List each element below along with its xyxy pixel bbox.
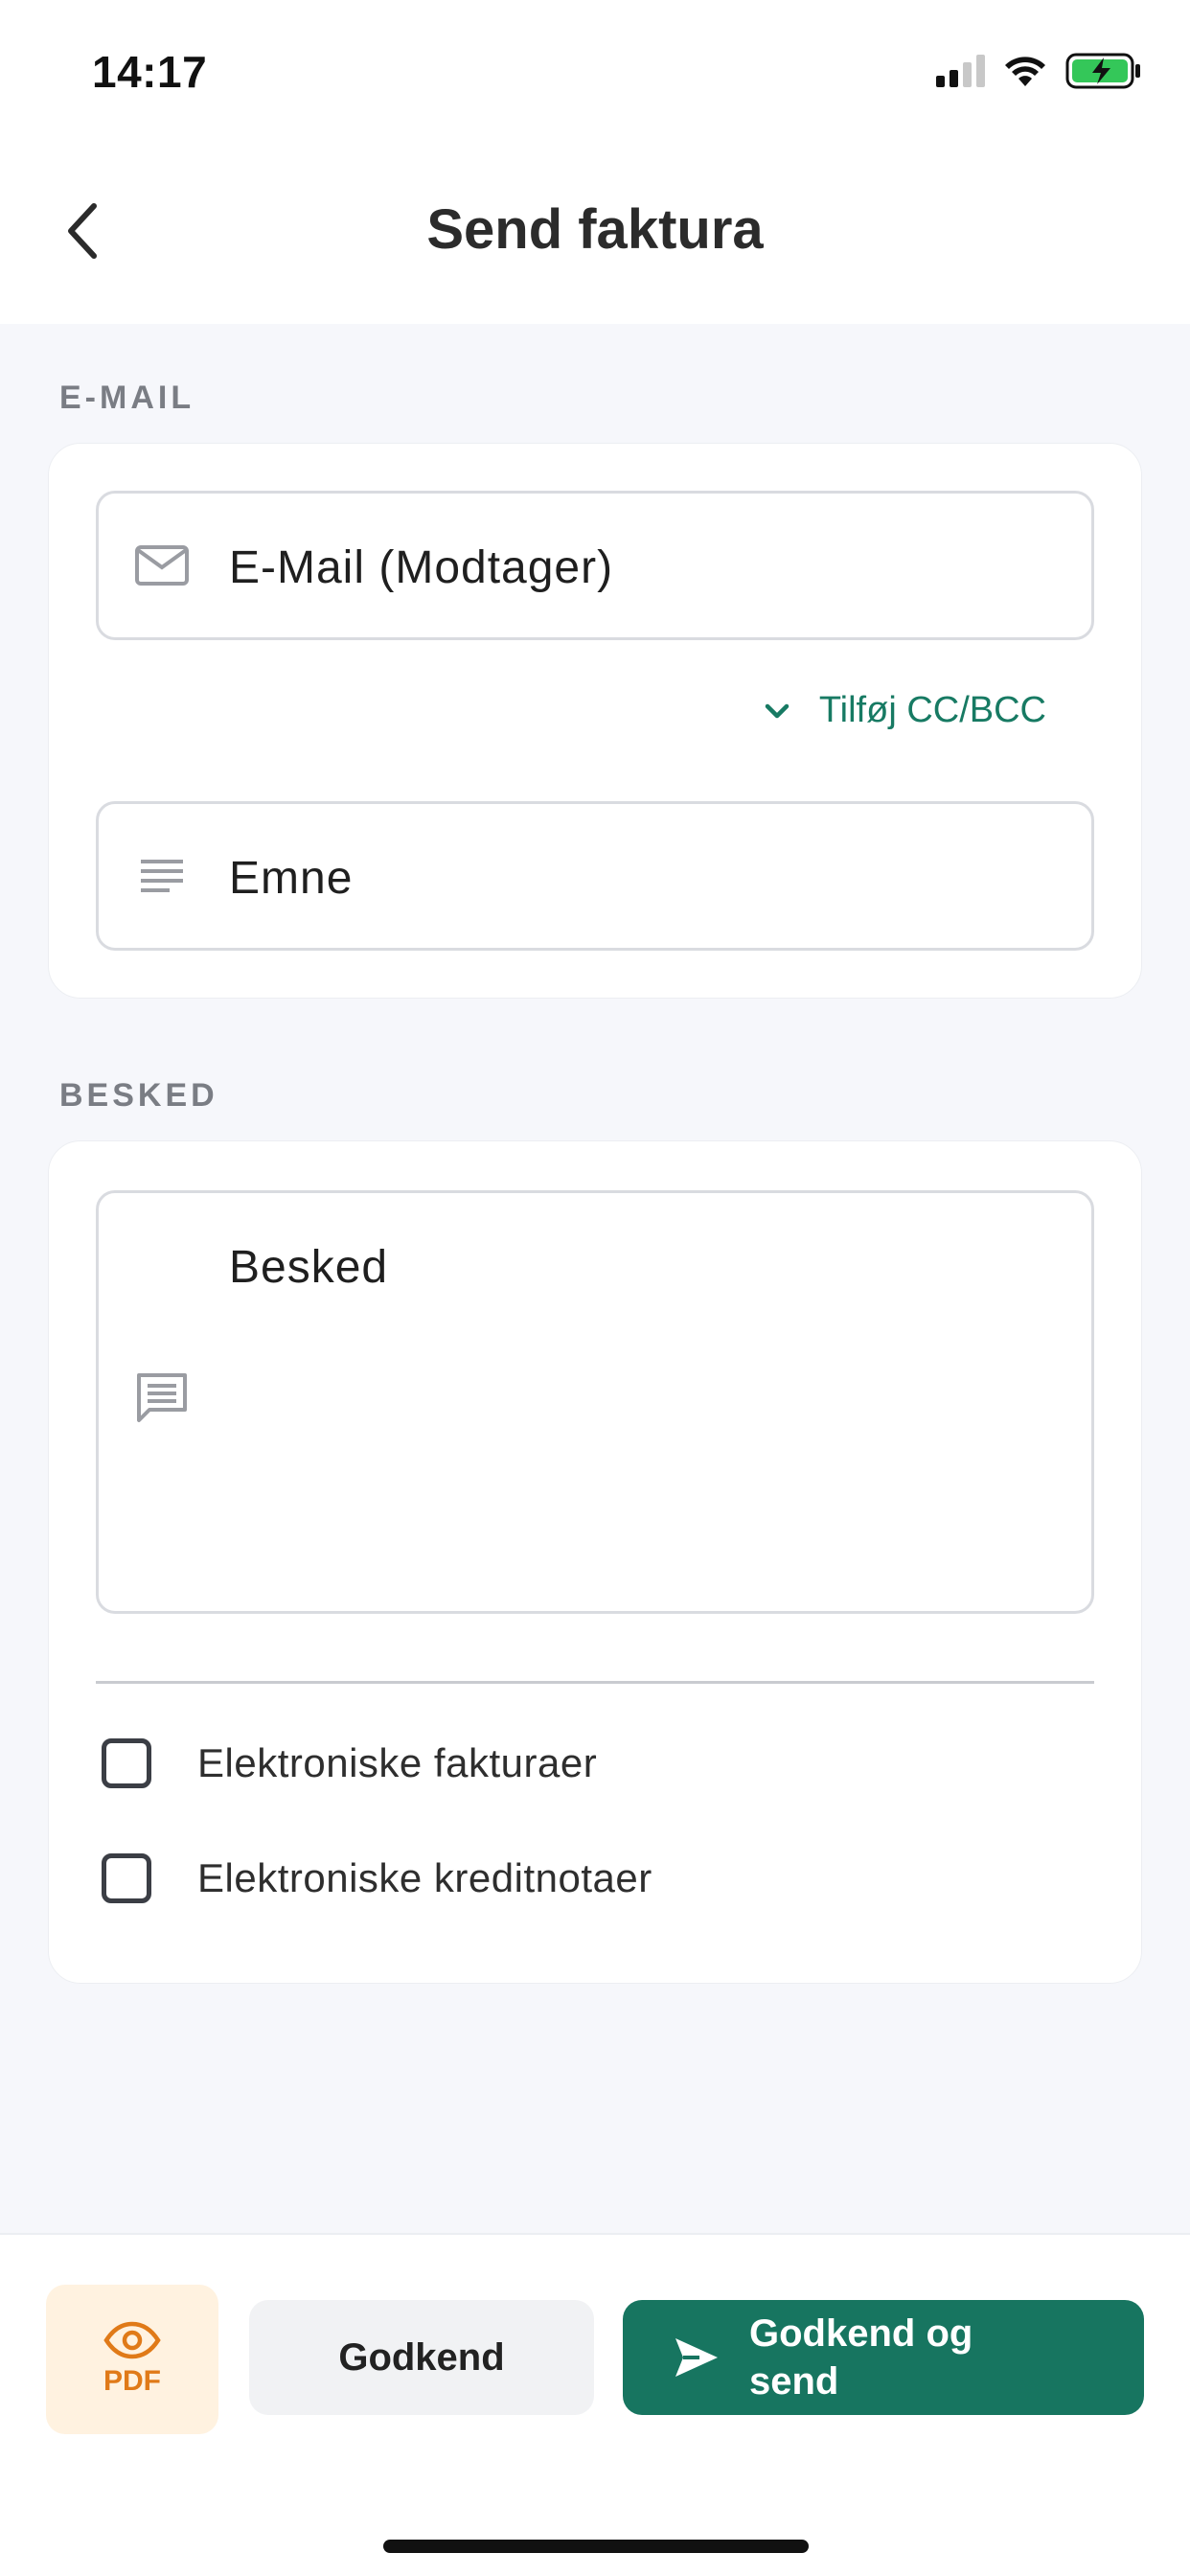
message-bubble-icon: [133, 1369, 191, 1427]
chevron-down-icon: [765, 703, 790, 718]
home-indicator: [383, 2540, 809, 2553]
send-icon: [675, 2338, 718, 2377]
message-field[interactable]: Besked: [96, 1190, 1094, 1614]
approve-and-send-button[interactable]: Godkend og send: [623, 2300, 1144, 2415]
cellular-signal-icon: [936, 55, 985, 87]
wifi-icon: [1005, 57, 1045, 86]
electronic-credit-notes-label: Elektroniske kreditnotaer: [197, 1855, 652, 1900]
pdf-label: PDF: [103, 2365, 161, 2397]
status-time: 14:17: [92, 47, 208, 97]
top-bar: 14:17 Send faktura: [0, 0, 1190, 324]
approve-and-send-label: Godkend og send: [749, 2312, 973, 2403]
eye-icon: [103, 2321, 161, 2359]
approve-button[interactable]: Godkend: [249, 2300, 594, 2415]
option-electronic-invoices[interactable]: Elektroniske fakturaer: [102, 1738, 597, 1788]
page-title: Send faktura: [426, 198, 764, 261]
status-icons: [936, 50, 1142, 92]
envelope-icon: [133, 537, 191, 594]
recipient-email-field[interactable]: E-Mail (Modtager): [96, 491, 1094, 640]
subject-field[interactable]: Emne: [96, 801, 1094, 951]
recipient-email-placeholder: E-Mail (Modtager): [229, 542, 614, 593]
pdf-preview-button[interactable]: PDF: [46, 2285, 218, 2434]
send-invoice-screen: 14:17 Send faktura E-MAIL E-Mail (Modtag…: [0, 0, 1190, 2576]
divider: [96, 1681, 1094, 1684]
electronic-credit-notes-checkbox[interactable]: [102, 1853, 151, 1903]
bottom-action-bar: PDF Godkend Godkend og send: [0, 2233, 1190, 2576]
email-section-label: E-MAIL: [59, 380, 195, 416]
add-cc-bcc-label: Tilføj CC/BCC: [818, 690, 1046, 730]
message-placeholder: Besked: [229, 1242, 389, 1293]
option-electronic-credit-notes[interactable]: Elektroniske kreditnotaer: [102, 1853, 652, 1903]
subject-lines-icon: [133, 847, 191, 905]
add-cc-bcc-link[interactable]: Tilføj CC/BCC: [764, 690, 1046, 731]
subject-placeholder: Emne: [229, 853, 354, 904]
message-section-label: BESKED: [59, 1077, 218, 1114]
battery-charging-icon: [1065, 53, 1140, 89]
electronic-invoices-checkbox[interactable]: [102, 1738, 151, 1788]
electronic-invoices-label: Elektroniske fakturaer: [197, 1740, 598, 1785]
